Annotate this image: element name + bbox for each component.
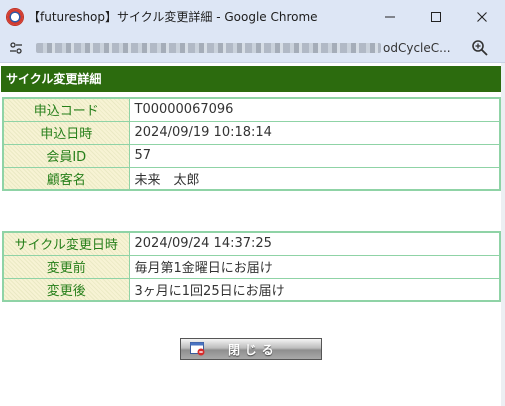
member-id-label: 会員ID	[2, 143, 130, 168]
customer-name-label: 顧客名	[2, 166, 130, 191]
close-window-button[interactable]	[459, 0, 505, 33]
table-row: 変更前 毎月第1金曜日にお届け	[2, 254, 501, 279]
table-row: 会員ID 57	[2, 143, 501, 168]
table-row: 申込コード T00000067096	[2, 97, 501, 122]
window-edge	[501, 63, 505, 406]
table-row: 変更後 3ヶ月に1回25日にお届け	[2, 277, 501, 302]
page-content: サイクル変更詳細 申込コード T00000067096 申込日時 2024/09…	[0, 63, 505, 406]
table-row: サイクル変更日時 2024/09/24 14:37:25	[2, 231, 501, 256]
application-datetime-label: 申込日時	[2, 120, 130, 145]
maximize-button[interactable]	[413, 0, 459, 33]
cycle-change-table: サイクル変更日時 2024/09/24 14:37:25 変更前 毎月第1金曜日…	[2, 231, 501, 302]
close-icon	[477, 11, 487, 22]
customer-name-value: 未来 太郎	[128, 166, 501, 191]
before-change-value: 毎月第1金曜日にお届け	[128, 254, 501, 279]
close-button[interactable]: 閉じる	[180, 338, 322, 360]
window-titlebar: 【futureshop】サイクル変更詳細 - Google Chrome	[0, 0, 505, 33]
close-window-icon	[190, 342, 205, 356]
url-blurred	[36, 42, 381, 53]
application-datetime-value: 2024/09/19 10:18:14	[128, 120, 501, 145]
chrome-logo-icon	[7, 8, 23, 25]
application-code-label: 申込コード	[2, 97, 130, 122]
site-settings-icon[interactable]	[6, 38, 26, 58]
table-row: 顧客名 未来 太郎	[2, 166, 501, 191]
minimize-button[interactable]	[367, 0, 413, 33]
after-change-value: 3ヶ月に1回25日にお届け	[128, 277, 501, 302]
window-controls	[367, 0, 505, 33]
page-title: サイクル変更詳細	[1, 66, 502, 92]
zoom-icon[interactable]	[471, 39, 489, 57]
address-bar[interactable]: odCycleC...	[0, 33, 505, 63]
application-code-value: T00000067096	[128, 97, 501, 122]
after-change-label: 変更後	[2, 277, 130, 302]
close-button-label: 閉じる	[228, 342, 279, 357]
before-change-label: 変更前	[2, 254, 130, 279]
table-row: 申込日時 2024/09/19 10:18:14	[2, 120, 501, 145]
member-id-value: 57	[128, 143, 501, 168]
order-info-table: 申込コード T00000067096 申込日時 2024/09/19 10:18…	[2, 97, 501, 191]
cycle-change-datetime-value: 2024/09/24 14:37:25	[128, 231, 501, 256]
window-title: 【futureshop】サイクル変更詳細 - Google Chrome	[28, 10, 318, 24]
maximize-icon	[431, 11, 441, 22]
cycle-change-datetime-label: サイクル変更日時	[2, 231, 130, 256]
minimize-icon	[385, 16, 395, 17]
url-text: odCycleC...	[383, 40, 451, 55]
